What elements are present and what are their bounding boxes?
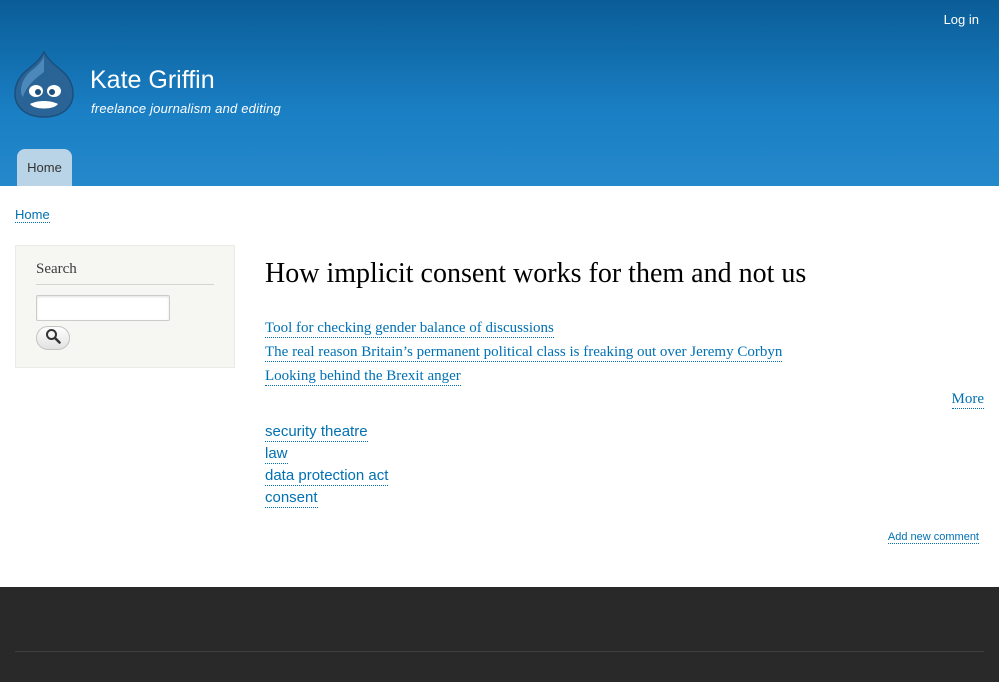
search-button[interactable] (36, 326, 70, 350)
related-article-link[interactable]: Tool for checking gender balance of disc… (265, 319, 554, 338)
breadcrumb-home-link[interactable]: Home (15, 207, 50, 223)
search-input[interactable] (36, 295, 170, 321)
search-block-title: Search (36, 261, 214, 285)
related-article-link[interactable]: The real reason Britain’s permanent poli… (265, 343, 783, 362)
main-menu-home-tab[interactable]: Home (17, 149, 72, 186)
sidebar-search-block: Search (15, 245, 235, 368)
footer-divider (15, 651, 984, 652)
page-title: How implicit consent works for them and … (265, 258, 807, 289)
tag-link[interactable]: security theatre (265, 423, 368, 442)
more-link[interactable]: More (951, 391, 984, 409)
site-logo[interactable] (14, 50, 74, 118)
add-comment-link[interactable]: Add new comment (887, 531, 979, 544)
site-header: Log in Kate Griffin freelance journalism… (0, 0, 999, 186)
search-icon (45, 328, 61, 349)
tag-link[interactable]: consent (265, 489, 318, 508)
site-slogan: freelance journalism and editing (91, 101, 281, 116)
site-name[interactable]: Kate Griffin (90, 64, 215, 96)
login-link[interactable]: Log in (944, 12, 979, 27)
tag-link[interactable]: law (265, 445, 288, 464)
related-article-link[interactable]: Looking behind the Brexit anger (265, 367, 461, 386)
drupal-drop-icon (14, 50, 74, 122)
site-footer (0, 587, 999, 682)
tag-link[interactable]: data protection act (265, 467, 389, 486)
